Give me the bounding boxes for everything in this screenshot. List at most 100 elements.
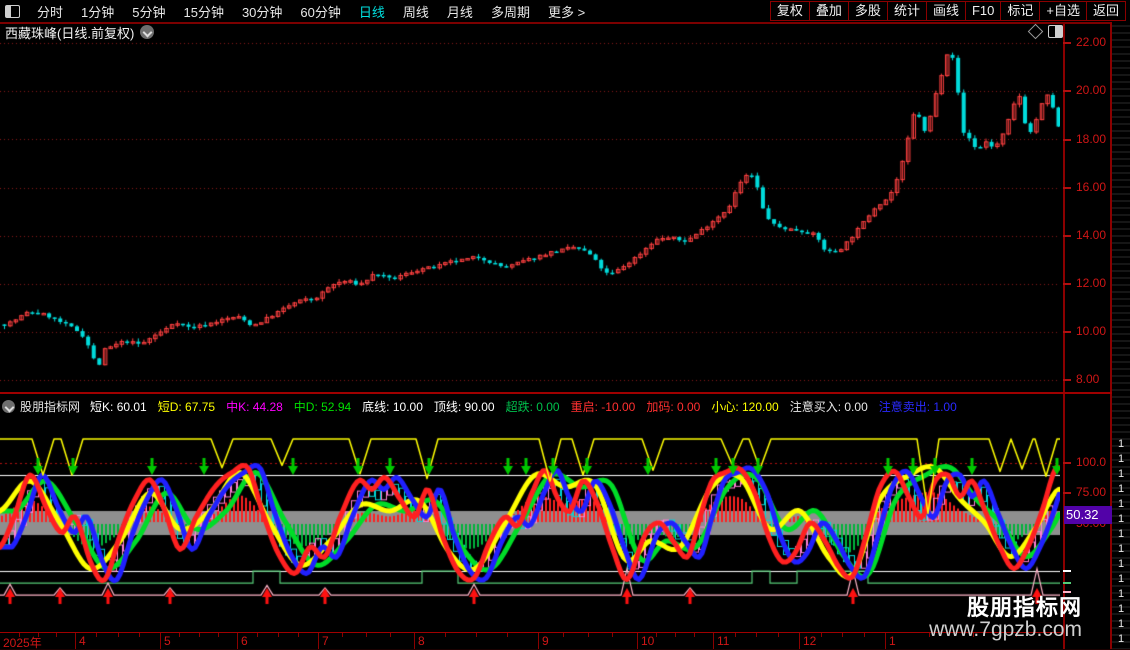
month-label: 6 [241, 634, 248, 648]
minor-tick [612, 633, 613, 637]
toolbar-item-日线[interactable]: 日线 [359, 2, 385, 21]
minor-tick [118, 633, 119, 637]
month-divider [885, 633, 886, 649]
toolbar-item-分时[interactable]: 分时 [37, 2, 63, 21]
minor-tick [56, 633, 57, 637]
strip-glyph: 1 [1112, 542, 1130, 557]
toolbar-button-标记[interactable]: 标记 [1001, 1, 1040, 21]
chart-title-row: 西藏珠峰(日线.前复权) [5, 24, 154, 40]
toolbar-button-统计[interactable]: 统计 [888, 1, 927, 21]
diamond-icon[interactable] [1028, 24, 1044, 40]
month-label: 1 [889, 634, 896, 648]
toolbar-item-更多 >[interactable]: 更多 > [548, 2, 585, 21]
month-label: 5 [164, 634, 171, 648]
main-candlestick-chart[interactable] [0, 30, 1060, 392]
month-label: 9 [542, 634, 549, 648]
right-strip-digits: 11111111111111 [1112, 437, 1130, 647]
minor-tick [218, 633, 219, 637]
minor-tick [821, 633, 822, 637]
sub-axis-line-end-tick [1063, 582, 1071, 584]
toolbar-item-月线[interactable]: 月线 [447, 2, 473, 21]
window-pane-icon[interactable] [5, 5, 20, 18]
toolbar-button-画线[interactable]: 画线 [927, 1, 966, 21]
toolbar-item-60分钟[interactable]: 60分钟 [300, 2, 340, 21]
toolbar-item-多周期[interactable]: 多周期 [491, 2, 530, 21]
month-label: 8 [418, 634, 425, 648]
minor-tick [476, 633, 477, 637]
year-label: 2025年 [3, 634, 42, 650]
minor-tick [563, 633, 564, 637]
minor-tick [588, 633, 589, 637]
watermark-url: www.7gpzb.com [929, 619, 1082, 641]
title-collapse-chevron-icon[interactable] [140, 25, 154, 39]
watermark-site-name: 股朋指标网 [929, 596, 1082, 619]
indicator-item-重启: 重启: -10.00 [571, 400, 636, 414]
minor-tick [298, 633, 299, 637]
minor-tick [390, 633, 391, 637]
minor-tick [139, 633, 140, 637]
indicator-values: 短K: 60.01短D: 67.75中K: 44.28中D: 52.94底线: … [90, 398, 968, 415]
toolbar-item-15分钟[interactable]: 15分钟 [183, 2, 223, 21]
month-divider [538, 633, 539, 649]
trading-app-window: 分时 1分钟 5分钟 15分钟 30分钟 60分钟日线周线月线多周期更多 > 复权叠加多股… [0, 0, 1130, 650]
strip-glyph: 1 [1112, 617, 1130, 632]
minor-tick [257, 633, 258, 637]
toolbar-button-复权[interactable]: 复权 [770, 1, 810, 21]
symbol-title: 西藏珠峰(日线.前复权) [5, 23, 134, 42]
month-divider [237, 633, 238, 649]
month-divider [414, 633, 415, 649]
toolbar-left-items: 分时 1分钟 5分钟 15分钟 30分钟 60分钟日线周线月线多周期更多 > [28, 2, 594, 21]
month-label: 10 [641, 634, 654, 648]
toolbar-button-多股[interactable]: 多股 [849, 1, 888, 21]
toolbar-item-周线[interactable]: 周线 [403, 2, 429, 21]
indicator-item-顶线: 顶线: 90.00 [434, 400, 495, 414]
strip-glyph: 1 [1112, 572, 1130, 587]
month-divider [713, 633, 714, 649]
month-divider [637, 633, 638, 649]
strip-glyph: 1 [1112, 587, 1130, 602]
watermark: 股朋指标网 www.7gpzb.com [929, 596, 1082, 641]
strip-glyph: 1 [1112, 557, 1130, 572]
minor-tick [19, 633, 20, 637]
strip-glyph: 1 [1112, 497, 1130, 512]
month-label: 12 [803, 634, 816, 648]
toolbar-button-叠加[interactable]: 叠加 [810, 1, 849, 21]
minor-tick [38, 633, 39, 637]
month-divider [799, 633, 800, 649]
strip-glyph: 1 [1112, 452, 1130, 467]
minor-tick [778, 633, 779, 637]
pane-toggle-icon[interactable] [1048, 25, 1063, 38]
top-toolbar: 分时 1分钟 5分钟 15分钟 30分钟 60分钟日线周线月线多周期更多 > 复权叠加多股… [0, 0, 1130, 24]
indicator-item-小心: 小心: 120.00 [711, 400, 778, 414]
sub-axis-line-end-tick [1063, 591, 1071, 593]
minor-tick [445, 633, 446, 637]
strip-glyph: 1 [1112, 602, 1130, 617]
sub-chart-axis: 100.075.00 [1063, 0, 1110, 650]
strip-glyph: 1 [1112, 437, 1130, 452]
minor-tick [675, 633, 676, 637]
indicator-source-label: 股朋指标网 [20, 398, 80, 415]
indicator-item-底线: 底线: 10.00 [362, 400, 423, 414]
minor-tick [694, 633, 695, 637]
indicator-item-中D: 中D: 52.94 [294, 400, 351, 414]
toolbar-item-1分钟[interactable]: 1分钟 [81, 2, 114, 21]
month-label: 7 [322, 634, 329, 648]
minor-tick [342, 633, 343, 637]
oscillator-panel-chart[interactable] [0, 418, 1060, 632]
toolbar-item-5分钟[interactable]: 5分钟 [132, 2, 165, 21]
minor-tick [366, 633, 367, 637]
strip-glyph: 1 [1112, 512, 1130, 527]
date-axis[interactable]: 2025年 4567891011121 [0, 632, 1063, 650]
toolbar-button-F10[interactable]: F10 [966, 1, 1001, 21]
indicator-item-注意买入: 注意买入: 0.00 [790, 400, 868, 414]
strip-glyph: 1 [1112, 482, 1130, 497]
minor-tick [507, 633, 508, 637]
minor-tick [842, 633, 843, 637]
minor-tick [278, 633, 279, 637]
indicator-item-短K: 短K: 60.01 [90, 400, 147, 414]
month-divider [318, 633, 319, 649]
minor-tick [735, 633, 736, 637]
right-edge-strip[interactable]: 11111111111111 [1112, 22, 1130, 650]
toolbar-item-30分钟[interactable]: 30分钟 [242, 2, 282, 21]
indicator-collapse-chevron-icon[interactable] [2, 400, 15, 413]
